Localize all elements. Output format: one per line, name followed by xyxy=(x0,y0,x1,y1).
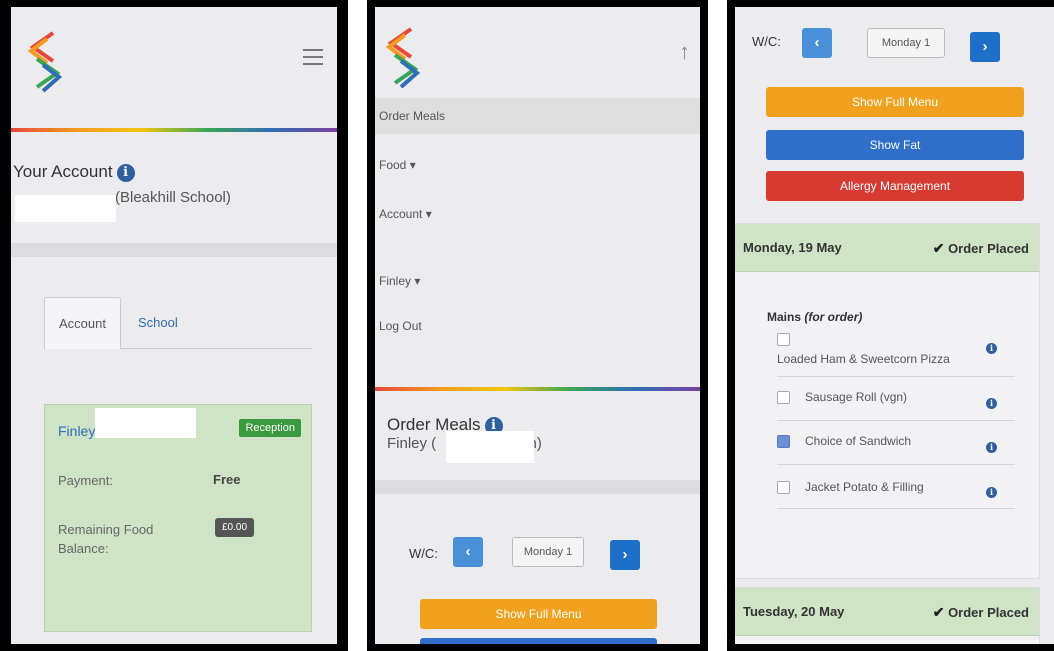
menu-rainbow-divider xyxy=(375,387,700,391)
class-badge: Reception xyxy=(239,419,301,437)
order-status: ✔ Order Placed xyxy=(932,240,1029,256)
menu-item-order-meals[interactable]: Order Meals xyxy=(375,98,700,134)
menu-screen: ↑ Order Meals Food ▾ Account ▾ Finley ▾ … xyxy=(375,7,700,644)
week-select[interactable]: Monday 1 xyxy=(867,28,945,58)
meal-row[interactable]: Choice of Sandwich i xyxy=(777,421,1015,465)
wc-label: W/C: xyxy=(409,546,438,561)
show-fat-button[interactable] xyxy=(420,638,657,644)
show-full-menu-button[interactable]: Show Full Menu xyxy=(766,87,1024,117)
phone-screenshot-order: W/C: ‹ Monday 1 › Show Full Menu Show Fa… xyxy=(727,0,1054,651)
menu-item-finley[interactable]: Finley ▾ xyxy=(375,263,700,299)
child-card: Finley Reception Payment: Free Remaining… xyxy=(44,404,312,632)
header-rainbow-divider xyxy=(11,128,337,132)
order-status: ✔ Order Placed xyxy=(932,604,1029,620)
meal-row[interactable]: Sausage Roll (vgn) i xyxy=(777,377,1015,421)
meal-checkbox[interactable] xyxy=(777,391,790,404)
payment-value: Free xyxy=(213,472,241,487)
section-divider xyxy=(11,243,337,257)
account-tabs: Account School xyxy=(44,297,312,349)
collapse-menu-arrow-icon[interactable]: ↑ xyxy=(679,39,690,65)
section-divider xyxy=(375,480,700,494)
redacted-name xyxy=(15,195,116,222)
menu-item-account[interactable]: Account ▾ xyxy=(375,196,700,232)
meal-row[interactable]: Loaded Ham & Sweetcorn Pizza i xyxy=(777,327,1015,377)
day-header: Tuesday, 20 May ✔ Order Placed xyxy=(735,588,1039,636)
allergy-management-button[interactable]: Allergy Management xyxy=(766,171,1024,201)
meal-info-icon[interactable]: i xyxy=(986,442,997,453)
child-name[interactable]: Finley xyxy=(58,423,95,439)
next-week-button[interactable]: › xyxy=(610,540,640,570)
meal-info-icon[interactable]: i xyxy=(986,487,997,498)
phone-screenshot-account: Your Account i (Bleakhill School) Account… xyxy=(0,0,348,651)
show-fat-button[interactable]: Show Fat xyxy=(766,130,1024,160)
account-screen: Your Account i (Bleakhill School) Account… xyxy=(11,7,337,644)
payment-label: Payment: xyxy=(58,473,113,488)
hamburger-menu-icon[interactable] xyxy=(303,49,323,70)
wc-label: W/C: xyxy=(752,34,781,49)
meal-info-icon[interactable]: i xyxy=(986,398,997,409)
prev-week-button[interactable]: ‹ xyxy=(802,28,832,58)
day-header: Monday, 19 May ✔ Order Placed xyxy=(735,224,1039,272)
balance-value-badge: £0.00 xyxy=(215,518,255,537)
meal-info-icon[interactable]: i xyxy=(986,343,997,354)
redacted-surname xyxy=(95,408,196,438)
meal-checkbox[interactable] xyxy=(777,481,790,494)
balance-label: Remaining Food Balance: xyxy=(58,522,154,556)
show-full-menu-button[interactable]: Show Full Menu xyxy=(420,599,657,629)
week-select[interactable]: Monday 1 xyxy=(512,537,584,567)
next-week-button[interactable]: › xyxy=(970,32,1000,62)
menu-item-food[interactable]: Food ▾ xyxy=(375,147,700,183)
redacted-name xyxy=(446,431,534,463)
meal-row[interactable]: Jacket Potato & Filling i xyxy=(777,465,1015,509)
meal-checkbox[interactable] xyxy=(777,333,790,346)
school-subtitle: (Bleakhill School) xyxy=(115,189,231,206)
menu-item-log-out[interactable]: Log Out xyxy=(375,308,700,344)
app-logo xyxy=(27,31,63,93)
tab-school[interactable]: School xyxy=(124,297,192,349)
order-screen: W/C: ‹ Monday 1 › Show Full Menu Show Fa… xyxy=(735,7,1054,644)
app-logo xyxy=(385,27,421,89)
page-title: Your Account i xyxy=(13,162,135,182)
tab-account[interactable]: Account xyxy=(44,297,121,349)
checkmark-icon: ✔ xyxy=(932,240,945,256)
prev-week-button[interactable]: ‹ xyxy=(453,537,483,567)
mains-heading: Mains (for order) xyxy=(767,310,863,324)
phone-screenshot-menu: ↑ Order Meals Food ▾ Account ▾ Finley ▾ … xyxy=(367,0,708,651)
day-panel-tuesday: Tuesday, 20 May ✔ Order Placed xyxy=(735,587,1040,644)
meal-checkbox-checked[interactable] xyxy=(777,435,790,448)
info-icon[interactable]: i xyxy=(116,164,135,182)
checkmark-icon: ✔ xyxy=(932,604,945,620)
